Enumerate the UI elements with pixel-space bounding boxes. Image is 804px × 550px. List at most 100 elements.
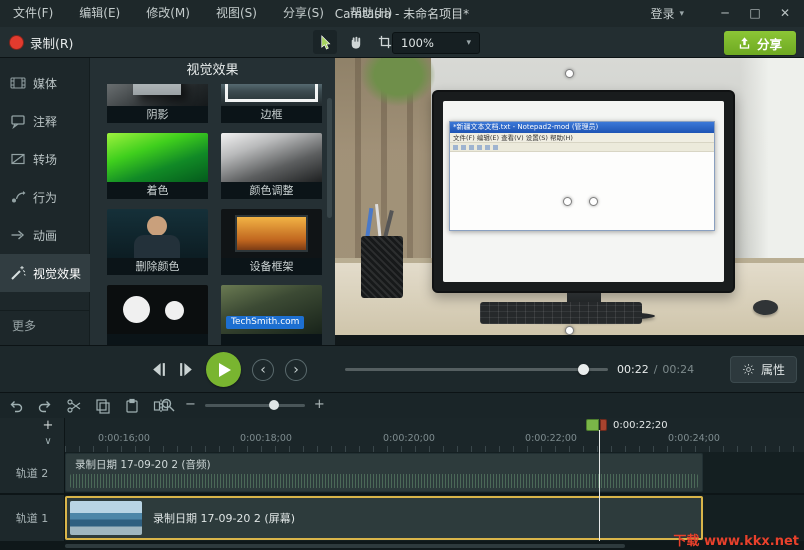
effect-color-adjust[interactable]: 颜色调整 (221, 133, 322, 199)
seek-handle[interactable] (578, 364, 589, 375)
zoom-slider-handle[interactable] (269, 400, 279, 410)
previous-frame-button[interactable] (150, 361, 167, 378)
effect-thumbnail (221, 84, 322, 106)
record-icon (10, 36, 23, 49)
techsmith-badge: TechSmith.com (226, 316, 304, 329)
maximize-button[interactable]: □ (740, 0, 770, 27)
effect-thumbnail (221, 133, 322, 182)
effect-label: 边框 (221, 106, 322, 123)
cut-button[interactable] (66, 398, 82, 414)
record-label: 录制(R) (30, 33, 73, 52)
behavior-icon (10, 189, 26, 205)
canvas-zoom-dropdown[interactable]: 100% ▾ (392, 32, 480, 54)
effect-remove-color[interactable]: 删除颜色 (107, 209, 208, 275)
effects-grid: 阴影 边框 着色 颜色调整 删除颜色 (90, 84, 335, 345)
app-menus: 文件(F) 编辑(E) 修改(M) 视图(S) 分享(S) 帮助(H) (0, 0, 405, 27)
main-toolbar: 录制(R) 100% ▾ 分享 (0, 27, 804, 58)
timeline-tracks: 轨道 2 录制日期 17-09-20 2 (音频) 轨道 1 录制日期 17-0… (0, 452, 804, 541)
playhead[interactable] (599, 430, 600, 541)
paste-button[interactable] (124, 398, 140, 414)
effect-border[interactable]: 边框 (221, 84, 322, 123)
effect-label: 颜色调整 (221, 182, 322, 199)
redo-button[interactable] (37, 398, 53, 414)
timeline-zoom-controls: − + (160, 397, 325, 413)
screen-clip-selected[interactable]: 录制日期 17-09-20 2 (屏幕) (65, 496, 703, 540)
time-separator: / (654, 363, 658, 376)
pan-tool-button[interactable] (343, 30, 367, 54)
notepad-window: *新疆文本文档.txt - Notepad2-mod (管理员) 文件(F) 编… (449, 121, 715, 231)
preview-canvas[interactable]: *新疆文本文档.txt - Notepad2-mod (管理员) 文件(F) 编… (335, 58, 804, 345)
sidebar-item-more[interactable]: 更多 (0, 310, 90, 340)
visual-effects-panel: 视觉效果 阴影 边框 着色 颜色调整 (90, 58, 335, 345)
record-button[interactable]: 录制(R) (10, 31, 73, 54)
sidebar-item-transitions[interactable]: 转场 (0, 140, 90, 178)
seek-bar[interactable] (345, 368, 608, 371)
magnifier-icon (160, 397, 176, 413)
monitor: *新疆文本文档.txt - Notepad2-mod (管理员) 文件(F) 编… (432, 90, 735, 293)
mouse (753, 300, 778, 315)
effect-device-frame[interactable]: 设备框架 (221, 209, 322, 275)
ruler-label: 0:00:22;00 (525, 433, 577, 444)
audio-clip[interactable]: 录制日期 17-09-20 2 (音频) (65, 453, 703, 492)
clip-label: 录制日期 17-09-20 2 (屏幕) (153, 510, 295, 526)
playhead-out-handle[interactable] (600, 419, 607, 431)
menu-view[interactable]: 视图(S) (203, 0, 270, 27)
track-2-header[interactable]: 轨道 2 (0, 452, 65, 493)
zoom-out-button[interactable]: − (185, 397, 196, 413)
menu-edit[interactable]: 编辑(E) (66, 0, 133, 27)
timeline-zoom-slider[interactable] (205, 404, 305, 407)
selection-handle-top[interactable] (565, 69, 574, 78)
sidebar-item-media[interactable]: 媒体 (0, 64, 90, 102)
zoom-in-button[interactable]: + (314, 397, 325, 413)
close-button[interactable]: ✕ (770, 0, 800, 27)
effect-shadow[interactable]: 阴影 (107, 84, 208, 123)
previous-clip-button[interactable]: ‹ (252, 359, 274, 381)
sidebar-item-label: 注释 (33, 113, 57, 130)
undo-button[interactable] (8, 398, 24, 414)
sidebar-item-annotations[interactable]: 注释 (0, 102, 90, 140)
properties-label: 属性 (761, 361, 785, 378)
menu-share[interactable]: 分享(S) (270, 0, 337, 27)
copy-button[interactable] (95, 398, 111, 414)
track-2-lane[interactable]: 录制日期 17-09-20 2 (音频) (65, 452, 804, 493)
collapse-tracks-button[interactable]: ∨ (40, 434, 56, 450)
time-display: 00:22 / 00:24 (617, 363, 694, 376)
play-button[interactable] (206, 352, 241, 387)
horizontal-scrollbar[interactable] (65, 544, 625, 548)
monitor-screen: *新疆文本文档.txt - Notepad2-mod (管理员) 文件(F) 编… (443, 101, 724, 282)
playhead-time: 0:00:22;20 (613, 420, 668, 431)
window-background (740, 58, 804, 290)
sidebar-item-visual-effects[interactable]: 视觉效果 (0, 254, 90, 292)
sidebar-item-behaviors[interactable]: 行为 (0, 178, 90, 216)
share-button[interactable]: 分享 (724, 31, 796, 55)
track-2-row: 轨道 2 录制日期 17-09-20 2 (音频) (0, 452, 804, 493)
hand-icon (348, 35, 363, 50)
canvas-tools (313, 30, 397, 54)
timeline-ruler[interactable]: 0:00:16;00 0:00:18;00 0:00:20;00 0:00:22… (0, 418, 804, 452)
effect-thumbnail (107, 84, 208, 106)
playhead-in-handle[interactable] (586, 419, 599, 431)
minimize-button[interactable]: ─ (710, 0, 740, 27)
sidebar-item-animations[interactable]: 动画 (0, 216, 90, 254)
effect-thumbnail: TechSmith.com (221, 285, 322, 334)
selection-handle-center-left[interactable] (563, 197, 572, 206)
menu-modify[interactable]: 修改(M) (133, 0, 203, 27)
audio-waveform (70, 474, 698, 488)
next-clip-button[interactable]: › (285, 359, 307, 381)
panel-scrollbar[interactable] (327, 98, 332, 218)
callout-icon (10, 113, 26, 129)
effect-clock[interactable] (107, 285, 208, 345)
effects-scroll-area[interactable]: 阴影 边框 着色 颜色调整 删除颜色 (90, 84, 335, 345)
login-menu[interactable]: 登录 ▾ (650, 5, 684, 22)
add-track-button[interactable]: + (40, 418, 56, 434)
menu-help[interactable]: 帮助(H) (337, 0, 405, 27)
properties-button[interactable]: 属性 (730, 356, 797, 383)
menu-file[interactable]: 文件(F) (0, 0, 66, 27)
track-1-header[interactable]: 轨道 1 (0, 495, 65, 541)
selection-handle-bottom[interactable] (565, 326, 574, 335)
select-tool-button[interactable] (313, 30, 337, 54)
next-frame-button[interactable] (178, 361, 195, 378)
selection-handle-center-right[interactable] (589, 197, 598, 206)
effect-colorize[interactable]: 着色 (107, 133, 208, 199)
effect-lower-third[interactable]: TechSmith.com (221, 285, 322, 345)
